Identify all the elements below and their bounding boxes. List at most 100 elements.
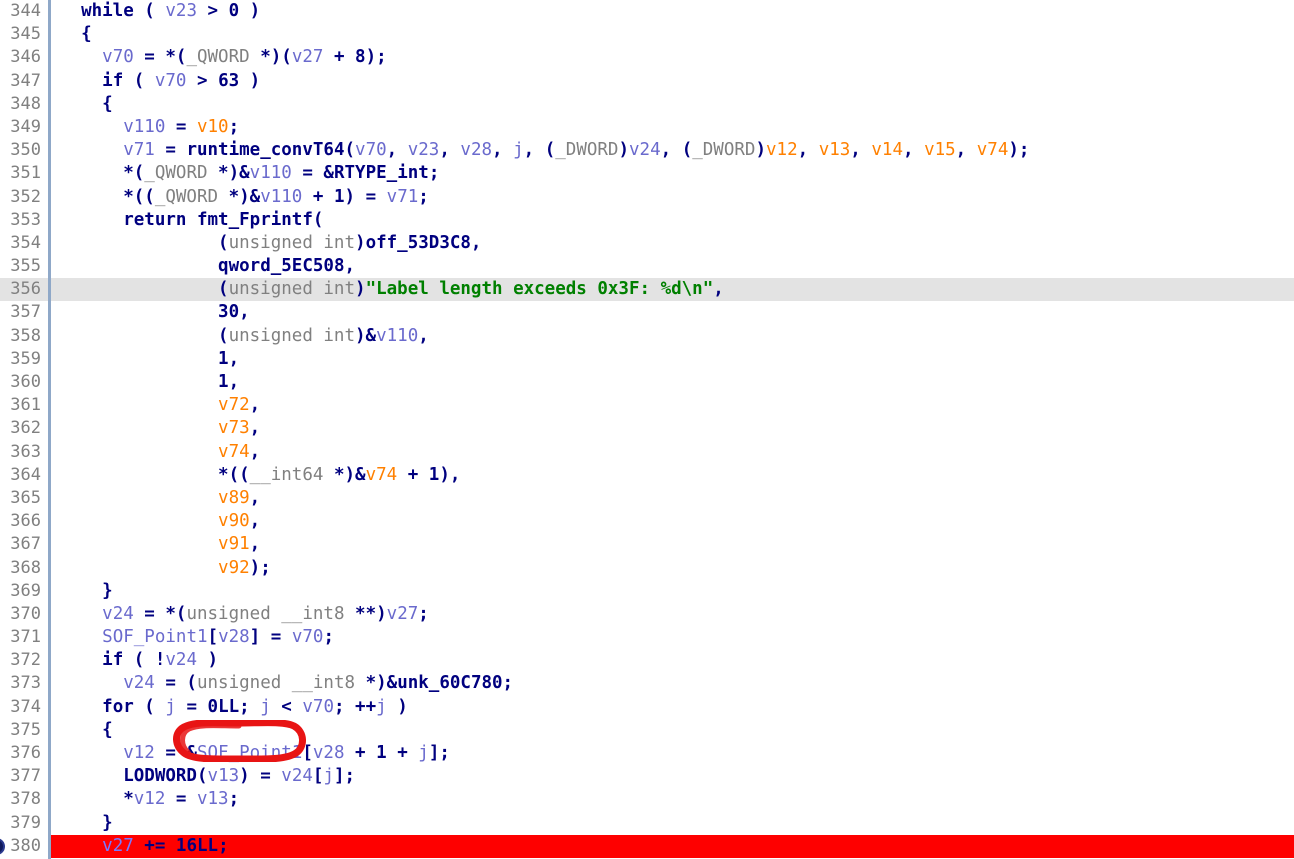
code-line-357[interactable]: 357 30, — [0, 301, 1294, 325]
code-text-355[interactable]: qword_5EC508, — [51, 255, 1294, 278]
code-text-357[interactable]: 30, — [51, 301, 1294, 324]
code-text-378[interactable]: *v12 = v13; — [51, 788, 1294, 811]
token-reg: v14 — [871, 140, 903, 161]
code-text-365[interactable]: v89, — [51, 487, 1294, 510]
token-var: j — [165, 696, 176, 717]
code-line-371[interactable]: 371 SOF_Point1[v28] = v70; — [0, 626, 1294, 650]
code-text-371[interactable]: SOF_Point1[v28] = v70; — [51, 626, 1294, 649]
code-text-360[interactable]: 1, — [51, 371, 1294, 394]
code-text-375[interactable]: { — [51, 719, 1294, 742]
code-line-370[interactable]: 370 v24 = *(unsigned __int8 **)v27; — [0, 602, 1294, 627]
code-text-344[interactable]: while ( v23 > 0 ) — [51, 0, 1294, 23]
code-line-362[interactable]: 362 v73, — [0, 417, 1294, 441]
code-line-373[interactable]: 373 v24 = (unsigned __int8 *)&unk_60C780… — [0, 672, 1294, 696]
code-line-364[interactable]: 364 *((__int64 *)&v74 + 1), — [0, 463, 1294, 487]
code-line-352[interactable]: 352 *((_QWORD *)&v110 + 1) = v71; — [0, 185, 1294, 209]
code-text-362[interactable]: v73, — [51, 417, 1294, 440]
code-text-350[interactable]: v71 = runtime_convT64(v70, v23, v28, j, … — [51, 139, 1294, 162]
code-line-377[interactable]: 377 LODWORD(v13) = v24[j]; — [0, 765, 1294, 789]
token-punct: *)& — [355, 673, 398, 694]
token-var: v27 — [291, 47, 324, 68]
code-line-367[interactable]: 367 v91, — [0, 533, 1294, 557]
code-text-377[interactable]: LODWORD(v13) = v24[j]; — [51, 765, 1294, 788]
code-line-354[interactable]: 354 (unsigned int)off_53D3C8, — [0, 231, 1294, 256]
code-line-375[interactable]: 375 { — [0, 718, 1294, 743]
code-text-354[interactable]: (unsigned int)off_53D3C8, — [51, 232, 1294, 255]
code-line-351[interactable]: 351 *(_QWORD *)&v110 = &RTYPE_int; — [0, 162, 1294, 186]
code-line-344[interactable]: 344 while ( v23 > 0 ) — [0, 0, 1294, 24]
code-text-349[interactable]: v110 = v10; — [51, 116, 1294, 139]
token-var: v110 — [376, 325, 419, 346]
code-text-373[interactable]: v24 = (unsigned __int8 *)&unk_60C780; — [51, 672, 1294, 695]
code-text-374[interactable]: for ( j = 0LL; j < v70; ++j ) — [51, 696, 1294, 719]
code-line-360[interactable]: 360 1, — [0, 371, 1294, 395]
code-line-378[interactable]: 378 *v12 = v13; — [0, 788, 1294, 812]
code-text-353[interactable]: return fmt_Fprintf( — [51, 209, 1294, 232]
code-line-363[interactable]: 363 v74, — [0, 440, 1294, 464]
code-text-370[interactable]: v24 = *(unsigned __int8 **)v27; — [51, 603, 1294, 626]
line-number-352: 352 — [0, 185, 48, 209]
code-text-376[interactable]: v12 = &SOF_Point1[v28 + 1 + j]; — [51, 742, 1294, 765]
token-num: 0LL — [207, 696, 240, 717]
code-line-369[interactable]: 369 } — [0, 579, 1294, 603]
code-text-346[interactable]: v70 = *(_QWORD *)(v27 + 8); — [51, 46, 1294, 69]
code-line-366[interactable]: 366 v90, — [0, 510, 1294, 534]
code-line-372[interactable]: 372 if ( !v24 ) — [0, 649, 1294, 673]
code-text-369[interactable]: } — [51, 580, 1294, 603]
code-line-365[interactable]: 365 v89, — [0, 486, 1294, 511]
breakpoint-dot-icon[interactable] — [0, 838, 5, 856]
code-line-379[interactable]: 379 } — [0, 811, 1294, 835]
code-text-358[interactable]: (unsigned int)&v110, — [51, 325, 1294, 348]
token-num: 0 — [228, 1, 240, 21]
gutter-separator — [48, 718, 51, 742]
token-punct: , — [239, 302, 250, 323]
code-text-380[interactable]: v27 += 16LL; — [51, 834, 1294, 858]
code-line-348[interactable]: 348 { — [0, 92, 1294, 116]
gutter-separator — [48, 23, 51, 47]
code-line-358[interactable]: 358 (unsigned int)&v110, — [0, 324, 1294, 348]
code-text-364[interactable]: *((__int64 *)&v74 + 1), — [51, 464, 1294, 487]
code-line-355[interactable]: 355 qword_5EC508, — [0, 255, 1294, 279]
token-punct: ; — [239, 696, 261, 717]
code-text-356[interactable]: (unsigned int)"Label length exceeds 0x3F… — [51, 278, 1294, 301]
token-var: v24 — [102, 603, 134, 624]
token-var: j — [376, 696, 387, 717]
code-text-361[interactable]: v72, — [51, 394, 1294, 417]
code-line-349[interactable]: 349 v110 = v10; — [0, 115, 1294, 140]
code-line-347[interactable]: 347 if ( v70 > 63 ) — [0, 69, 1294, 93]
token-var: v70 — [154, 70, 187, 91]
code-text-359[interactable]: 1, — [51, 348, 1294, 371]
code-text-348[interactable]: { — [51, 93, 1294, 116]
code-text-345[interactable]: { — [51, 23, 1294, 46]
code-text-367[interactable]: v91, — [51, 533, 1294, 556]
code-line-368[interactable]: 368 v92); — [0, 556, 1294, 580]
code-text-366[interactable]: v90, — [51, 510, 1294, 533]
gutter-separator — [48, 231, 51, 256]
token-punct: ) — [618, 140, 630, 161]
code-text-368[interactable]: v92); — [51, 557, 1294, 580]
code-text-379[interactable]: } — [51, 812, 1294, 835]
token-reg: v72 — [218, 395, 250, 416]
code-line-361[interactable]: 361 v72, — [0, 394, 1294, 418]
code-text-363[interactable]: v74, — [51, 441, 1294, 464]
code-line-359[interactable]: 359 1, — [0, 347, 1294, 372]
code-line-380[interactable]: 380 v27 += 16LL; — [0, 834, 1294, 858]
gutter-separator — [48, 834, 51, 858]
code-line-376[interactable]: 376 v12 = &SOF_Point1[v28 + 1 + j]; — [0, 742, 1294, 766]
code-line-356[interactable]: 356 (unsigned int)"Label length exceeds … — [0, 278, 1294, 302]
code-line-350[interactable]: 350 v71 = runtime_convT64(v70, v23, v28,… — [0, 139, 1294, 163]
code-line-346[interactable]: 346 v70 = *(_QWORD *)(v27 + 8); — [0, 46, 1294, 70]
pseudocode-editor[interactable]: 344 while ( v23 > 0 ) 345 {346 v70 = *(_Q… — [0, 0, 1294, 859]
code-line-345[interactable]: 345 { — [0, 23, 1294, 47]
code-line-374[interactable]: 374 for ( j = 0LL; j < v70; ++j ) — [0, 695, 1294, 719]
code-text-351[interactable]: *(_QWORD *)&v110 = &RTYPE_int; — [51, 162, 1294, 185]
token-var: j — [323, 766, 334, 787]
code-text-352[interactable]: *((_QWORD *)&v110 + 1) = v71; — [51, 186, 1294, 209]
code-text-347[interactable]: if ( v70 > 63 ) — [51, 70, 1294, 93]
code-lines-container[interactable]: 344 while ( v23 > 0 ) 345 {346 v70 = *(_Q… — [0, 0, 1294, 859]
code-line-353[interactable]: 353 return fmt_Fprintf( — [0, 208, 1294, 232]
code-text-372[interactable]: if ( !v24 ) — [51, 649, 1294, 672]
